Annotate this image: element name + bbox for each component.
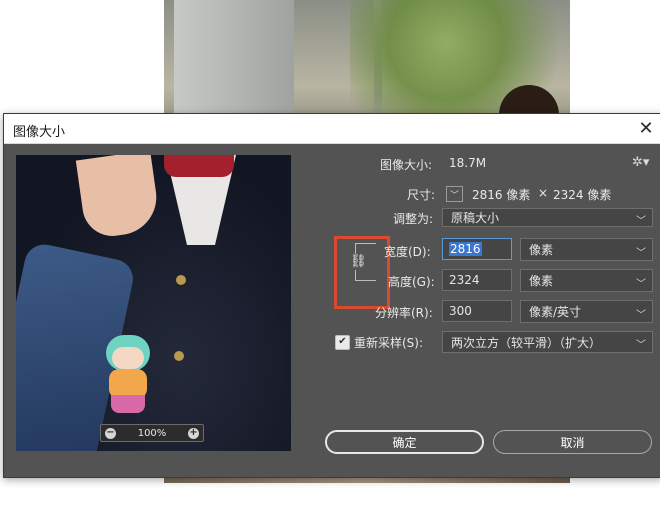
chevron-down-icon: ﹀ bbox=[636, 310, 646, 321]
resolution-input[interactable]: 300 bbox=[442, 300, 512, 322]
width-label: 宽度(D): bbox=[384, 245, 431, 259]
ok-button[interactable]: 确定 bbox=[325, 430, 484, 454]
link-icon[interactable]: ⛓ bbox=[350, 254, 367, 270]
resample-label: 重新采样(S): bbox=[354, 336, 424, 350]
plus-circle-icon[interactable]: + bbox=[188, 427, 199, 439]
chevron-down-icon: ﹀ bbox=[636, 248, 646, 259]
width-value: 2816 bbox=[449, 242, 482, 256]
photo-building bbox=[174, 0, 294, 115]
zoom-value: 100% bbox=[137, 427, 167, 439]
close-icon[interactable]: ✕ bbox=[636, 118, 656, 139]
fit-to-value: 原稿大小 bbox=[451, 211, 500, 225]
toy-legs bbox=[111, 395, 145, 413]
dimensions-times: × bbox=[538, 186, 549, 200]
chevron-down-icon: ﹀ bbox=[636, 340, 646, 351]
dimensions-label: 尺寸: bbox=[407, 188, 436, 202]
height-input[interactable]: 2324 bbox=[442, 269, 512, 291]
resample-checkbox[interactable]: ✔ bbox=[335, 335, 350, 350]
zoom-control: − 100% + bbox=[100, 424, 204, 442]
dimensions-width: 2816 像素 bbox=[472, 188, 531, 202]
image-size-label: 图像大小: bbox=[380, 158, 433, 172]
height-unit: 像素 bbox=[529, 274, 554, 288]
fit-to-label: 调整为: bbox=[393, 212, 434, 226]
gear-icon[interactable]: ✲▾ bbox=[632, 155, 649, 170]
width-input[interactable]: 2816 bbox=[442, 238, 512, 260]
preview-jacket-button bbox=[174, 351, 184, 361]
height-unit-select[interactable]: 像素 ﹀ bbox=[520, 269, 653, 292]
chevron-down-icon[interactable]: ﹀ bbox=[446, 186, 463, 202]
resolution-value: 300 bbox=[449, 304, 472, 318]
image-size-value: 18.7M bbox=[449, 156, 487, 170]
chevron-down-icon: ﹀ bbox=[636, 216, 646, 227]
resolution-unit-select[interactable]: 像素/英寸 ﹀ bbox=[520, 300, 653, 323]
width-unit-select[interactable]: 像素 ﹀ bbox=[520, 238, 653, 261]
toy-face bbox=[112, 347, 144, 369]
resample-method-select[interactable]: 两次立方（较平滑）（扩大） ﹀ bbox=[442, 331, 653, 353]
dialog-title: 图像大小 bbox=[13, 125, 66, 140]
resolution-label: 分辨率(R): bbox=[375, 306, 433, 320]
height-value: 2324 bbox=[449, 273, 480, 287]
preview-ribbon bbox=[164, 155, 234, 177]
height-label: 高度(G): bbox=[388, 275, 435, 289]
width-unit: 像素 bbox=[529, 243, 554, 257]
fit-to-select[interactable]: 原稿大小 ﹀ bbox=[442, 208, 653, 227]
preview-jacket-button bbox=[176, 275, 186, 285]
cancel-button[interactable]: 取消 bbox=[493, 430, 652, 454]
minus-circle-icon[interactable]: − bbox=[105, 427, 116, 439]
dialog-titlebar: 图像大小 ✕ bbox=[4, 114, 660, 144]
chevron-down-icon: ﹀ bbox=[636, 279, 646, 290]
preview-toy bbox=[101, 335, 156, 417]
image-preview[interactable] bbox=[16, 155, 291, 451]
resample-method-value: 两次立方（较平滑）（扩大） bbox=[451, 335, 602, 350]
dimensions-height: 2324 像素 bbox=[553, 188, 612, 202]
resolution-unit: 像素/英寸 bbox=[529, 305, 582, 319]
